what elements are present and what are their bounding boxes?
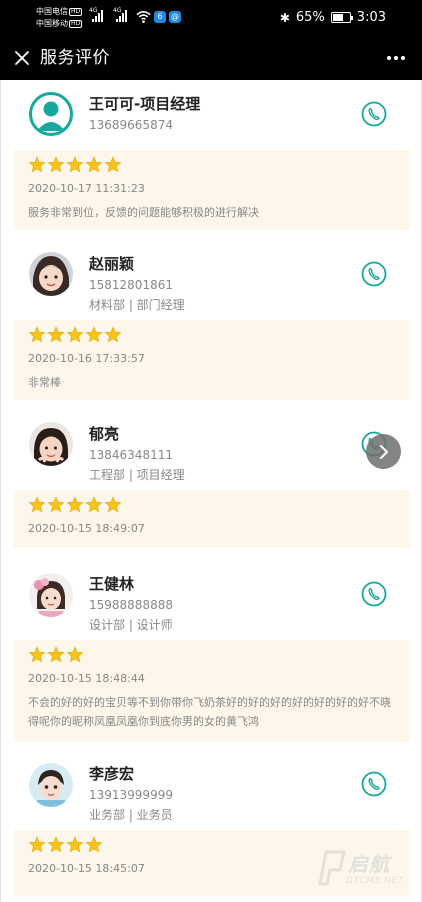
status-bar: 中国电信 HD 中国移动 HD 4G 4G 6 @ ✱ 65% 3:03 xyxy=(0,0,422,36)
staff-name: 赵丽颖 xyxy=(89,255,135,273)
star-icon xyxy=(66,496,84,513)
star-icon xyxy=(47,326,65,343)
star-icon xyxy=(47,496,65,513)
review-card: 2020-10-17 11:31:23 服务非常到位，反馈的问题能够积极的进行解… xyxy=(14,150,410,230)
watermark-text: 启航 xyxy=(348,852,390,876)
bluetooth-icon: ✱ xyxy=(279,10,290,25)
default-avatar-icon xyxy=(29,92,73,136)
staff-name: 郁亮 xyxy=(89,425,120,443)
staff-name: 王可可-项目经理 xyxy=(89,95,201,113)
logo-icon xyxy=(318,850,346,886)
star-icon xyxy=(28,326,46,343)
staff-department: 材料部 | 部门经理 xyxy=(89,298,185,312)
staff-phone: 15988888888 xyxy=(89,598,173,612)
star-icon xyxy=(28,156,46,173)
star-rating xyxy=(28,836,103,854)
star-icon xyxy=(66,326,84,343)
star-icon xyxy=(104,326,122,343)
signal-icon: 4G xyxy=(89,7,103,22)
app-notification-icon: @ xyxy=(169,11,181,23)
staff-department: 工程部 | 项目经理 xyxy=(89,468,185,482)
phone-icon[interactable] xyxy=(361,581,387,607)
staff-name: 李彦宏 xyxy=(89,765,135,783)
staff-info: 王可可-项目经理 13689665874 xyxy=(1,80,421,150)
review-date: 2020-10-15 18:45:07 xyxy=(28,862,145,875)
nav-bar: 服务评价 xyxy=(0,36,422,80)
star-icon xyxy=(28,496,46,513)
review-list[interactable]: 王可可-项目经理 13689665874 2020-10-17 11:31:23… xyxy=(0,80,422,902)
star-icon xyxy=(85,326,103,343)
star-icon xyxy=(28,836,46,853)
child-photo-avatar xyxy=(29,573,73,617)
star-rating xyxy=(28,326,122,344)
app-notification-icon: 6 xyxy=(154,11,166,23)
star-icon xyxy=(85,496,103,513)
more-icon xyxy=(387,56,391,60)
star-icon xyxy=(66,646,84,663)
staff-info: 郁亮 13846348111 工程部 | 项目经理 xyxy=(1,410,421,490)
review-card: 2020-10-15 18:48:44 不会的好的好的宝贝等不到你带你飞奶茶好的… xyxy=(14,640,410,742)
wifi-icon xyxy=(136,11,151,23)
star-icon xyxy=(66,836,84,853)
review-date: 2020-10-16 17:33:57 xyxy=(28,352,145,365)
battery-percent: 65% xyxy=(295,10,325,25)
star-icon xyxy=(47,836,65,853)
page-title: 服务评价 xyxy=(40,48,110,68)
review-date: 2020-10-15 18:48:44 xyxy=(28,672,145,685)
star-rating xyxy=(28,156,122,174)
next-button[interactable] xyxy=(366,434,401,469)
star-icon xyxy=(47,156,65,173)
star-icon xyxy=(28,646,46,663)
review-date: 2020-10-15 18:49:07 xyxy=(28,522,145,535)
signal-icon: 4G xyxy=(113,7,127,22)
clock: 3:03 xyxy=(356,10,386,25)
carrier-1: 中国电信 HD xyxy=(36,7,83,16)
review-comment: 非常棒 xyxy=(28,376,61,389)
review-card: 2020-10-15 18:49:07 xyxy=(14,490,410,548)
staff-info: 王健林 15988888888 设计部 | 设计师 xyxy=(1,560,421,640)
review-comment: 不会的好的好的宝贝等不到你带你飞奶茶好的好的好的好的好的好的好不晓得呢你的昵称凤… xyxy=(28,696,391,728)
review-comment: 服务非常到位，反馈的问题能够积极的进行解决 xyxy=(28,206,259,219)
star-icon xyxy=(104,496,122,513)
carrier-2: 中国移动 HD xyxy=(36,19,83,28)
child-photo-avatar xyxy=(29,252,73,296)
close-icon xyxy=(15,51,29,65)
child-photo-avatar xyxy=(29,422,73,466)
star-icon xyxy=(104,156,122,173)
phone-icon[interactable] xyxy=(361,771,387,797)
star-rating xyxy=(28,646,84,664)
staff-info: 李彦宏 13913999999 业务部 | 业务员 xyxy=(1,750,421,830)
child-photo-avatar xyxy=(29,763,73,807)
close-button[interactable] xyxy=(8,44,36,72)
staff-info: 赵丽颖 15812801861 材料部 | 部门经理 xyxy=(1,240,421,320)
star-icon xyxy=(66,156,84,173)
battery-icon xyxy=(330,12,353,23)
chevron-right-icon xyxy=(379,444,388,459)
watermark-subtext: DTCMS.NET xyxy=(346,876,404,886)
star-rating xyxy=(28,496,122,514)
review-card: 2020-10-16 17:33:57 非常棒 xyxy=(14,320,410,400)
phone-icon[interactable] xyxy=(361,261,387,287)
watermark-logo: 启航 DTCMS.NET xyxy=(318,846,414,892)
staff-department: 业务部 | 业务员 xyxy=(89,808,173,822)
phone-icon[interactable] xyxy=(361,101,387,127)
star-icon xyxy=(85,836,103,853)
staff-phone: 13913999999 xyxy=(89,788,173,802)
star-icon xyxy=(85,156,103,173)
staff-phone: 13689665874 xyxy=(89,118,173,132)
staff-phone: 15812801861 xyxy=(89,278,173,292)
staff-department: 设计部 | 设计师 xyxy=(89,618,173,632)
review-date: 2020-10-17 11:31:23 xyxy=(28,182,145,195)
staff-phone: 13846348111 xyxy=(89,448,173,462)
battery-level xyxy=(332,14,344,21)
more-button[interactable] xyxy=(382,44,410,72)
staff-name: 王健林 xyxy=(89,575,135,593)
star-icon xyxy=(47,646,65,663)
